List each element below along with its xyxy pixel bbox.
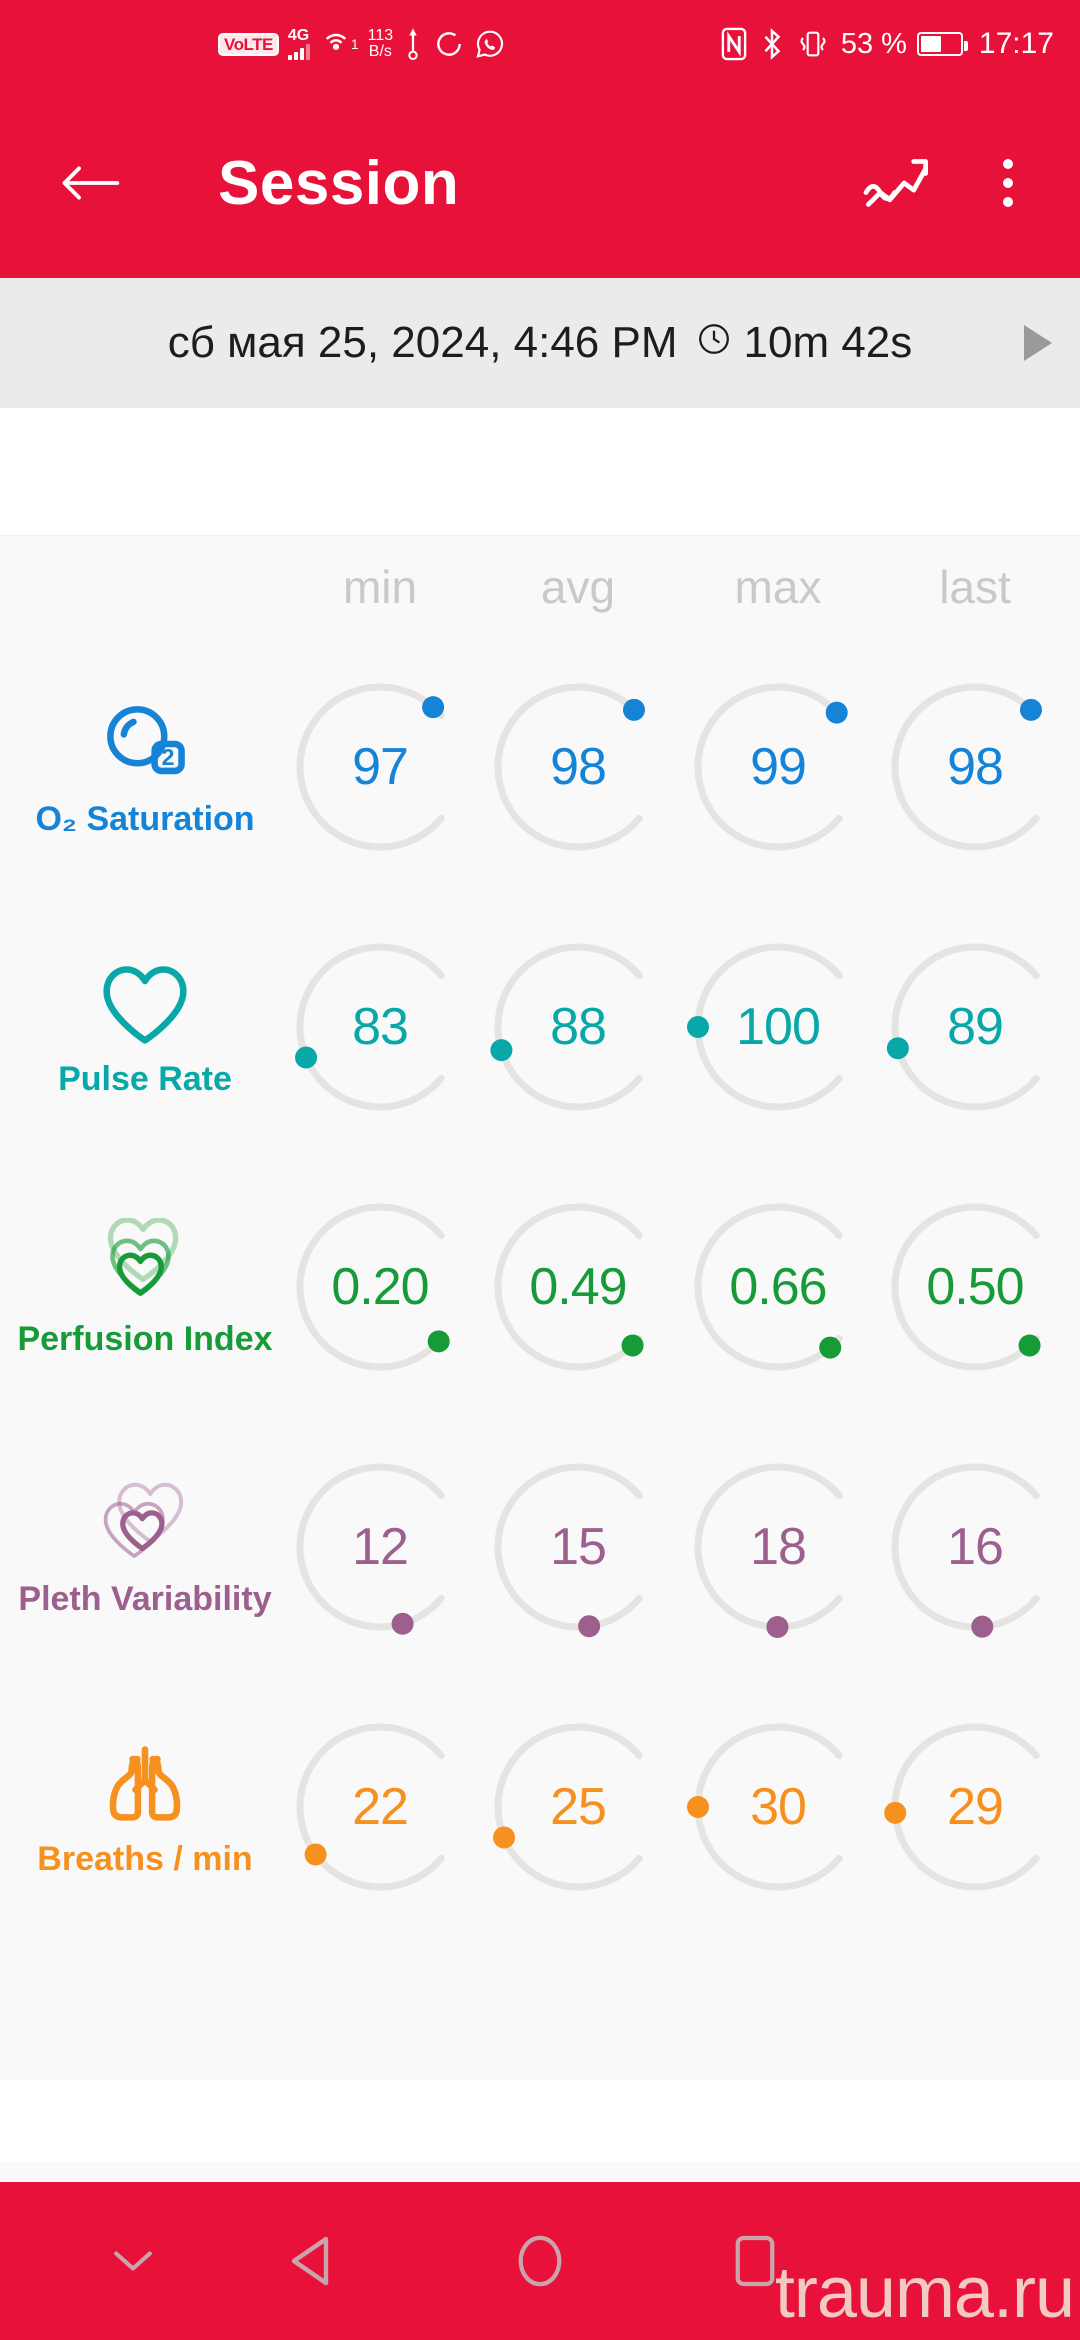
more-vertical-icon[interactable]: [978, 143, 1038, 223]
gauge-pleth-max: 18: [678, 1452, 878, 1642]
status-bar-right-icons: 53 % 17:17: [719, 0, 1054, 88]
vital-row-pulse-rate[interactable]: Pulse Rate 83 88 100 89: [0, 896, 1080, 1156]
row-label-group: Breaths / min: [0, 1676, 290, 1936]
gauge-o2-max: 99: [678, 672, 878, 862]
gauge-perfusion-last: 0.50: [875, 1192, 1075, 1382]
row-label-group: Perfusion Index: [0, 1156, 290, 1416]
gauge-pleth-min: 12: [280, 1452, 480, 1642]
column-headers: min avg max last: [0, 536, 1080, 622]
row-label-o2-saturation: O₂ Saturation: [35, 799, 255, 838]
gauge-breaths-max: 30: [678, 1712, 878, 1902]
system-navigation-bar: trauma.ru: [0, 2182, 1080, 2340]
row-label-pulse-rate: Pulse Rate: [58, 1059, 232, 1098]
home-circle-icon[interactable]: [485, 2206, 595, 2316]
gauge-pulse-max: 100: [678, 932, 878, 1122]
trend-chart-icon[interactable]: [859, 145, 935, 221]
row-label-perfusion-index: Perfusion Index: [17, 1319, 273, 1358]
battery-icon: [916, 32, 968, 56]
gauge-perfusion-min: 0.20: [280, 1192, 480, 1382]
status-bar-clock: 17:17: [978, 27, 1054, 60]
vibrate-icon: [795, 28, 831, 60]
row-label-group: Pulse Rate: [0, 896, 290, 1156]
network-speed-indicator: 113 B/s: [367, 27, 394, 60]
row-label-group: Pleth Variability: [0, 1416, 290, 1676]
column-header-last: last: [939, 561, 1011, 613]
app-bar: Session: [0, 88, 1080, 278]
column-header-max: max: [734, 561, 822, 613]
vital-row-o2-saturation[interactable]: 2 O₂ Saturation 97 98 99 98: [0, 636, 1080, 896]
gauge-breaths-avg: 25: [478, 1712, 678, 1902]
column-header-min: min: [342, 561, 418, 613]
sync-icon: [433, 28, 465, 60]
signal-bars-icon: 4G: [287, 28, 310, 60]
gauge-o2-avg: 98: [478, 672, 678, 862]
gauge-perfusion-avg: 0.49: [478, 1192, 678, 1382]
whatsapp-icon: [474, 28, 506, 60]
row-label-pleth-variability: Pleth Variability: [18, 1579, 272, 1618]
watermark: trauma.ru: [774, 2253, 1075, 2333]
play-triangle-icon[interactable]: [1024, 325, 1052, 361]
gauge-perfusion-max: 0.66: [678, 1192, 878, 1382]
row-label-breaths-per-min: Breaths / min: [37, 1839, 253, 1878]
gauge-pulse-avg: 88: [478, 932, 678, 1122]
svg-text:2: 2: [162, 744, 175, 770]
status-bar: VoLTE 4G 1 113 B/s 53 % 17:17: [0, 0, 1080, 88]
page-title: Session: [218, 148, 460, 218]
column-header-avg: avg: [540, 561, 616, 613]
gauge-pulse-last: 89: [875, 932, 1075, 1122]
gauge-pleth-last: 16: [875, 1452, 1075, 1642]
usb-icon: [402, 27, 424, 61]
volte-icon: VoLTE: [218, 32, 279, 56]
nfc-icon: [719, 27, 749, 61]
double-heart-icon: [95, 1474, 195, 1574]
session-date-bar[interactable]: сб мая 25, 2024, 4:46 PM 10m 42s: [0, 278, 1080, 408]
clock-icon: [696, 321, 732, 366]
vital-row-pleth-variability[interactable]: Pleth Variability 12 15 18 16: [0, 1416, 1080, 1676]
gauge-pleth-avg: 15: [478, 1452, 678, 1642]
bluetooth-icon: [759, 27, 785, 61]
heart-outline-icon: [95, 954, 195, 1054]
status-bar-left-icons: VoLTE 4G 1 113 B/s: [218, 0, 506, 88]
session-duration: 10m 42s: [743, 318, 913, 367]
gauge-pulse-min: 83: [280, 932, 480, 1122]
vital-row-perfusion-index[interactable]: Perfusion Index 0.20 0.49 0.66 0.50: [0, 1156, 1080, 1416]
vital-row-breaths-per-min[interactable]: Breaths / min 22 25 30 29: [0, 1676, 1080, 1936]
recents-square-icon[interactable]: [700, 2206, 810, 2316]
gauge-o2-min: 97: [280, 672, 480, 862]
session-content: min avg max last 2 O₂ Saturation 97 98 9…: [0, 408, 1080, 2162]
hotspot-count: 1: [350, 36, 359, 52]
gauge-o2-last: 98: [875, 672, 1075, 862]
vitals-sheet: min avg max last 2 O₂ Saturation 97 98 9…: [0, 535, 1080, 2080]
hotspot-icon: 1: [319, 27, 359, 61]
gauge-breaths-last: 29: [875, 1712, 1075, 1902]
row-label-group: 2 O₂ Saturation: [0, 636, 290, 896]
back-button[interactable]: [55, 148, 125, 218]
triple-heart-icon: [95, 1214, 195, 1314]
session-date: сб мая 25, 2024, 4:46 PM: [167, 318, 678, 367]
battery-percent-label: 53 %: [840, 27, 907, 60]
chevron-down-icon[interactable]: [78, 2206, 188, 2316]
gauge-breaths-min: 22: [280, 1712, 480, 1902]
lungs-icon: [95, 1734, 195, 1834]
o2-bubble-icon: 2: [95, 694, 195, 794]
back-triangle-icon[interactable]: [255, 2206, 365, 2316]
